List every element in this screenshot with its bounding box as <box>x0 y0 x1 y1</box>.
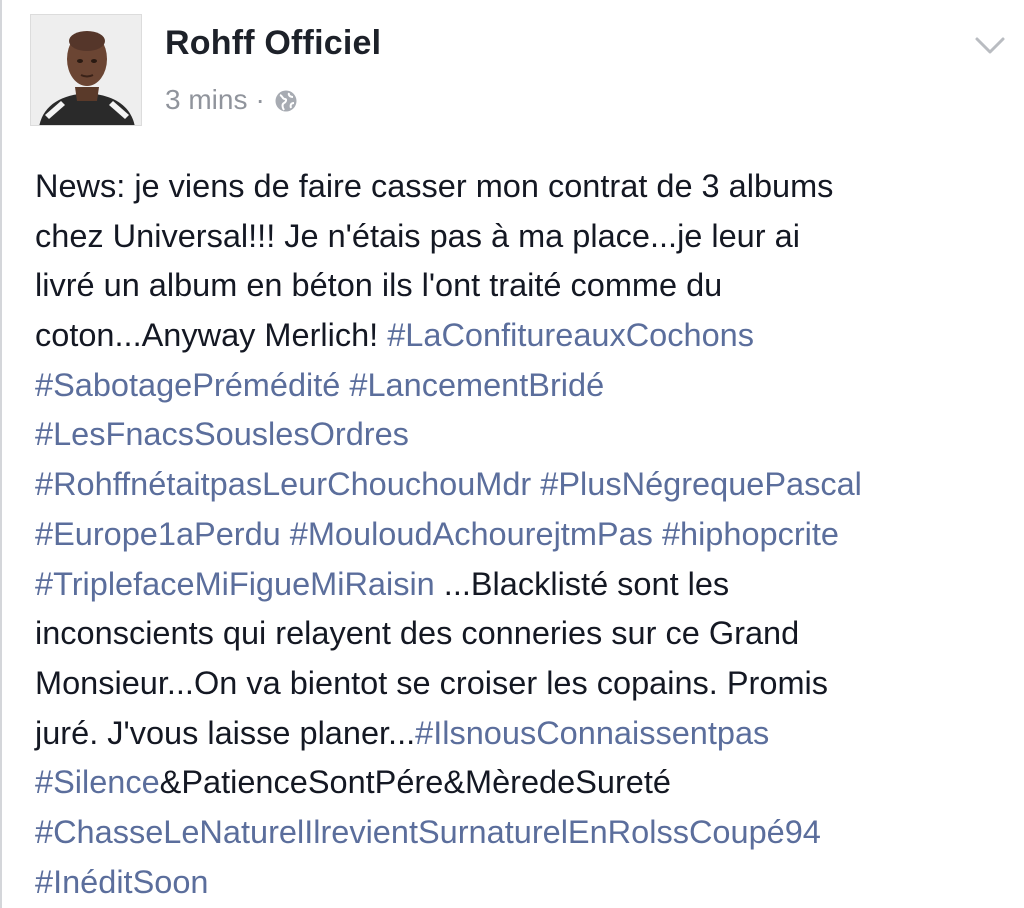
hashtag-link[interactable]: #TriplefaceMiFigueMiRaisin <box>35 566 435 602</box>
post-text-segment: &PatienceSontPére&MèredeSureté <box>159 764 671 801</box>
hashtag-link[interactable]: #Silence <box>35 764 160 800</box>
post-text-segment: livré un album en béton ils l'ont traité… <box>35 267 723 304</box>
post-text-segment: juré. J'vous laisse planer... <box>35 714 416 751</box>
author-name[interactable]: Rohff Officiel <box>165 24 381 63</box>
post-meta: 3 mins · <box>165 84 298 116</box>
post-text-segment: Monsieur...On va bientot se croiser les … <box>35 664 828 701</box>
hashtag-link[interactable]: #LancementBridé <box>349 367 604 403</box>
meta-separator: · <box>255 84 265 115</box>
globe-icon[interactable] <box>274 89 298 113</box>
hashtag-link[interactable]: #MouloudAchourejtmPas <box>290 516 653 552</box>
hashtag-link[interactable]: #RohffnétaitpasLeurChouchouMdr <box>35 466 531 502</box>
post-line: #Europe1aPerdu #MouloudAchourejtmPas #hi… <box>35 510 1020 560</box>
chevron-down-icon[interactable] <box>970 30 1010 60</box>
hashtag-link[interactable]: #Europe1aPerdu <box>35 516 281 552</box>
post-text-segment <box>281 516 290 552</box>
hashtag-link[interactable]: #InéditSoon <box>35 864 208 900</box>
post-line: inconscients qui relayent des conneries … <box>35 609 1020 659</box>
post-text-segment <box>531 466 540 502</box>
hashtag-link[interactable]: #PlusNégrequePascal <box>540 466 862 502</box>
post-line: #ChasseLeNaturelIlrevientSurnaturelEnRol… <box>35 808 1020 858</box>
post-text-segment: ...Blacklisté sont les <box>434 565 730 602</box>
post-line: #Silence&PatienceSontPére&MèredeSureté <box>35 758 1020 808</box>
post-line: coton...Anyway Merlich! #LaConfitureauxC… <box>35 311 1020 361</box>
avatar[interactable] <box>30 14 142 126</box>
post-line: #InéditSoon <box>35 858 1020 908</box>
post-text-segment <box>653 516 662 552</box>
post-line: juré. J'vous laisse planer...#IlsnousCon… <box>35 709 1020 759</box>
post-text-segment: inconscients qui relayent des conneries … <box>35 615 800 652</box>
post-line: #LesFnacsSouslesOrdres <box>35 410 1020 460</box>
post-line: #SabotagePrémédité #LancementBridé <box>35 361 1020 411</box>
facebook-post: Rohff Officiel 3 mins · News: je viens d… <box>0 0 1024 908</box>
post-text-segment: News: je viens de faire casser mon contr… <box>35 168 834 204</box>
post-line: #RohffnétaitpasLeurChouchouMdr #PlusNégr… <box>35 460 1020 510</box>
post-text: News: je viens de faire casser mon contr… <box>35 162 1020 907</box>
hashtag-link[interactable]: #hiphopcrite <box>662 516 839 552</box>
post-line: Monsieur...On va bientot se croiser les … <box>35 659 1020 709</box>
post-line: chez Universal!!! Je n'étais pas à ma pl… <box>35 212 1020 262</box>
hashtag-link[interactable]: #LesFnacsSouslesOrdres <box>35 416 409 452</box>
post-text-segment: coton...Anyway Merlich! <box>35 317 388 354</box>
post-text-segment: chez Universal!!! Je n'étais pas à ma pl… <box>35 217 800 254</box>
post-line: News: je viens de faire casser mon contr… <box>35 162 1020 212</box>
timestamp[interactable]: 3 mins <box>165 84 247 116</box>
profile-photo <box>31 15 141 125</box>
hashtag-link[interactable]: #IlsnousConnaissentpas <box>415 715 769 751</box>
post-line: livré un album en béton ils l'ont traité… <box>35 261 1020 311</box>
post-line: #TriplefaceMiFigueMiRaisin ...Blacklisté… <box>35 560 1020 610</box>
hashtag-link[interactable]: #ChasseLeNaturelIlrevientSurnaturelEnRol… <box>35 814 821 850</box>
hashtag-link[interactable]: #SabotagePrémédité <box>35 367 340 403</box>
hashtag-link[interactable]: #LaConfitureauxCochons <box>387 317 754 353</box>
